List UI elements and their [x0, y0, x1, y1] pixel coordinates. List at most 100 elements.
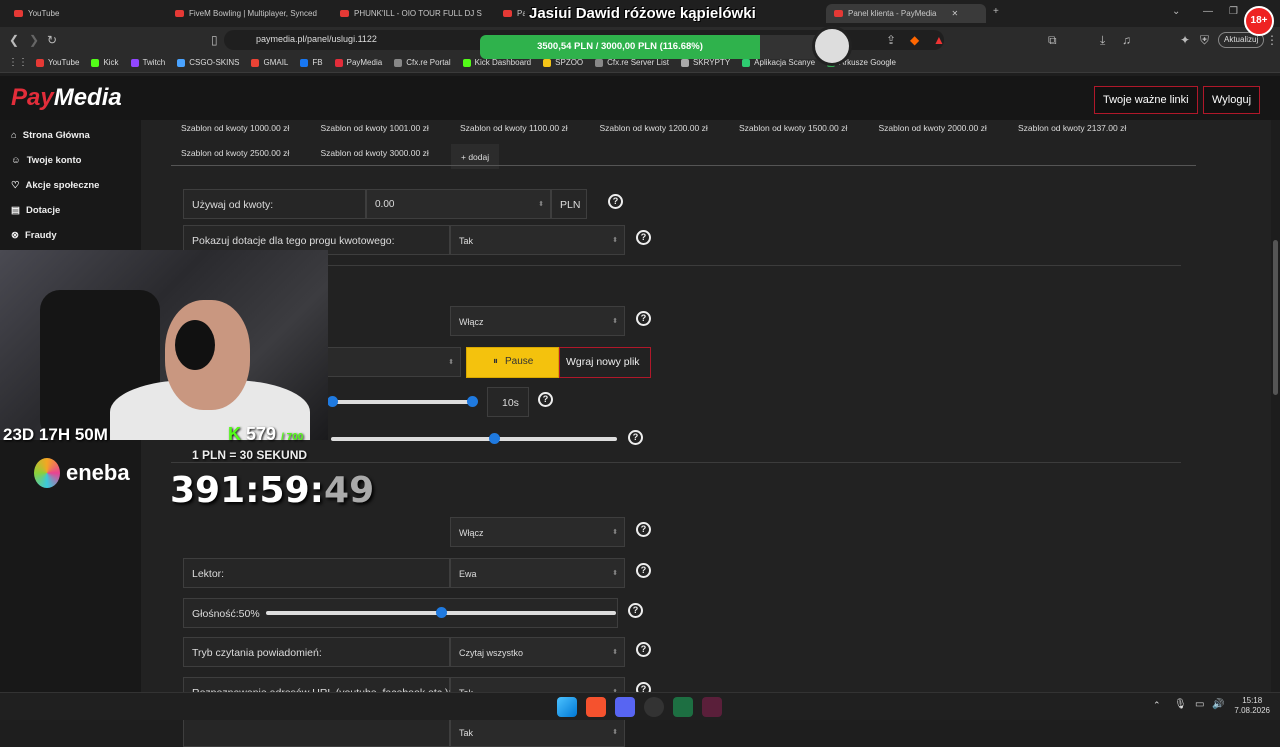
bookmark-item[interactable]: Kick — [91, 58, 119, 67]
bookmark-item[interactable]: Kick Dashboard — [462, 58, 531, 67]
app-icon[interactable] — [702, 697, 722, 717]
share-icon[interactable]: ⇪ — [886, 33, 896, 47]
windows-start-icon[interactable] — [557, 697, 577, 717]
duration-range-slider[interactable] — [327, 396, 478, 407]
sound-volume-slider[interactable] — [331, 433, 617, 444]
template-tab[interactable]: Szablon od kwoty 1100.00 zł — [460, 123, 568, 133]
template-tab[interactable]: Szablon od kwoty 2500.00 zł — [181, 148, 289, 158]
bookmark-favicon-icon — [36, 58, 44, 67]
bookmark-icon[interactable]: ▯ — [211, 33, 218, 47]
important-links-button[interactable]: Twoje ważne linki — [1094, 86, 1198, 114]
voice-select[interactable]: Ewa — [450, 558, 625, 588]
slider-knob[interactable] — [436, 607, 447, 618]
tts-volume-slider[interactable] — [266, 607, 616, 618]
tts-toggle-select[interactable]: Włącz — [450, 517, 625, 547]
minimize-icon[interactable]: — — [1203, 6, 1213, 17]
help-icon[interactable]: ? — [538, 392, 553, 407]
system-clock[interactable]: 15:18 7.08.2026 — [1234, 696, 1270, 716]
download-icon[interactable]: ⤓ — [1100, 33, 1105, 48]
range-end-knob[interactable] — [467, 396, 478, 407]
rewards-icon[interactable]: ▲ — [933, 33, 945, 47]
reload-icon[interactable]: ↻ — [47, 33, 57, 47]
ai-icon[interactable]: ✦ — [1180, 33, 1190, 47]
close-tab-icon[interactable]: ✕ — [952, 9, 959, 18]
bookmark-item[interactable]: Cfx.re Server List — [595, 58, 669, 67]
help-icon[interactable]: ? — [636, 311, 651, 326]
help-icon[interactable]: ? — [608, 194, 623, 209]
scrollbar-thumb[interactable] — [1273, 240, 1278, 395]
special-chars-select[interactable]: Tak — [450, 717, 625, 747]
chevron-down-icon[interactable]: ⌄ — [1172, 6, 1180, 17]
read-mode-select[interactable]: Czytaj wszystko — [450, 637, 625, 667]
min-amount-input[interactable]: 0.00 — [366, 189, 551, 219]
help-icon[interactable]: ? — [636, 230, 651, 245]
brave-browser-icon[interactable] — [586, 697, 606, 717]
kick-follower-counter: K 579 / 700 — [228, 424, 304, 444]
slider-knob[interactable] — [489, 433, 500, 444]
bookmark-item[interactable]: CSGO-SKINS — [177, 58, 239, 67]
bookmark-item[interactable]: YouTube — [36, 58, 79, 67]
help-icon[interactable]: ? — [636, 642, 651, 657]
sidebar-item[interactable]: ☺ Twoje konto — [11, 155, 81, 166]
help-icon[interactable]: ? — [636, 522, 651, 537]
music-icon[interactable]: ♫ — [1122, 33, 1131, 47]
template-tab[interactable]: Szablon od kwoty 3000.00 zł — [321, 148, 429, 158]
bookmark-item[interactable]: FB — [300, 58, 323, 67]
youtube-icon — [175, 10, 184, 17]
template-tab[interactable]: Szablon od kwoty 2137.00 zł — [1018, 123, 1126, 133]
bookmark-item[interactable]: SKRYPTY — [680, 58, 730, 67]
tab-fivem-bowling[interactable]: FiveM Bowling | Multiplayer, Synced — [175, 4, 325, 23]
age-rating-badge: 18+ — [1244, 6, 1274, 36]
sound-toggle-select[interactable]: Włącz — [450, 306, 625, 336]
bookmark-item[interactable]: Twitch — [130, 58, 165, 67]
upload-file-button[interactable]: Wgraj nowy plik — [559, 347, 651, 378]
new-tab-button[interactable]: + — [993, 6, 999, 17]
template-tab[interactable]: Szablon od kwoty 1001.00 zł — [321, 123, 429, 133]
pause-button[interactable]: ⏸ Pause — [466, 347, 559, 378]
restore-icon[interactable]: ❐ — [1229, 6, 1238, 17]
monitor-icon[interactable]: ▭ — [1195, 699, 1204, 710]
bookmark-favicon-icon — [680, 58, 689, 67]
bookmark-item[interactable]: Aplikacja Scanye — [742, 58, 815, 67]
help-icon[interactable]: ? — [628, 430, 643, 445]
template-tab[interactable]: Szablon od kwoty 1000.00 zł — [181, 123, 289, 133]
sound-file-select[interactable] — [321, 347, 461, 377]
apps-grid-icon[interactable]: ⋮⋮ — [8, 57, 28, 68]
back-icon[interactable]: ❮ — [9, 33, 19, 47]
bookmark-item[interactable]: SPZOO — [543, 58, 583, 67]
page-scrollbar[interactable] — [1271, 120, 1280, 692]
sidebar-item[interactable]: ♡ Akcje społeczne — [11, 180, 99, 191]
goal-progress-text: 3500,54 PLN / 3000,00 PLN (116.68%) — [537, 41, 703, 52]
bookmark-item[interactable]: Cfx.re Portal — [394, 58, 451, 67]
volume-icon[interactable]: 🔊 — [1212, 699, 1224, 710]
sidebar-item[interactable]: ▤ Dotacje — [11, 205, 60, 216]
webcam-overlay — [0, 250, 328, 440]
bookmark-item[interactable]: GMAIL — [251, 58, 288, 67]
show-tier-select[interactable]: Tak — [450, 225, 625, 255]
sidebar-item[interactable]: ⊗ Fraudy — [11, 230, 57, 241]
logout-button[interactable]: Wyloguj — [1203, 86, 1261, 114]
vpn-icon[interactable]: ⛨ — [1200, 33, 1209, 48]
template-tab[interactable]: Szablon od kwoty 1200.00 zł — [600, 123, 708, 133]
range-start-knob[interactable] — [327, 396, 338, 407]
forward-icon[interactable]: ❯ — [29, 33, 39, 47]
bookmark-item[interactable]: PayMedia — [334, 58, 382, 67]
discord-icon[interactable] — [615, 697, 635, 717]
help-icon[interactable]: ? — [636, 563, 651, 578]
brave-shield-icon[interactable]: ◆ — [910, 33, 919, 47]
sidebar-item[interactable]: ⌂ Strona Główna — [11, 130, 90, 141]
template-tab[interactable]: Szablon od kwoty 1500.00 zł — [739, 123, 847, 133]
excel-icon[interactable] — [673, 697, 693, 717]
menu-icon[interactable]: ⋮ — [1266, 33, 1278, 47]
microphone-icon[interactable]: 🎙 — [1174, 699, 1187, 710]
obs-icon[interactable] — [644, 697, 664, 717]
paymedia-logo[interactable]: PayMedia — [11, 84, 122, 112]
tab-youtube[interactable]: YouTube — [14, 4, 164, 23]
tab-paymedia-2[interactable]: Pay — [503, 4, 525, 23]
extensions-icon[interactable]: ⧉ — [1048, 33, 1057, 48]
template-tab[interactable]: Szablon od kwoty 2000.00 zł — [879, 123, 987, 133]
tray-chevron-icon[interactable]: ⌃ — [1153, 700, 1161, 711]
tab-panel-klienta[interactable]: Panel klienta - PayMedia ✕ — [826, 4, 986, 23]
tab-phunkill[interactable]: PHUNK'ILL - OIO TOUR FULL DJ S — [340, 4, 485, 23]
help-icon[interactable]: ? — [628, 603, 643, 618]
